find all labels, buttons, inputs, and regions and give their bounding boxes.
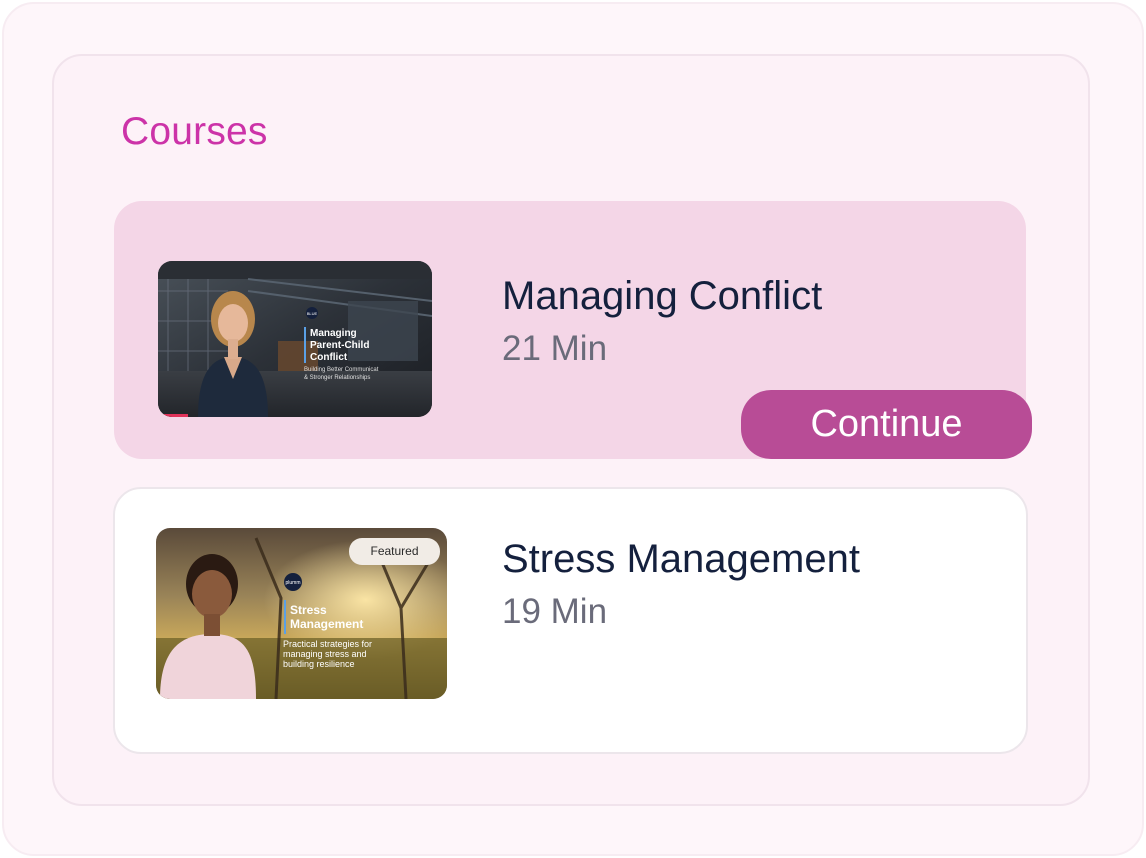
- featured-badge: Featured: [370, 544, 418, 558]
- course-duration: 21 Min: [502, 329, 608, 368]
- course-title: Stress Management: [502, 537, 860, 581]
- thumbnail-heading-line2: Management: [290, 617, 363, 631]
- thumbnail-subtext-line1: Practical strategies for: [283, 639, 372, 649]
- thumbnail-logo: plumm: [285, 580, 300, 586]
- course-duration: 19 Min: [502, 592, 608, 631]
- thumbnail-subtext-line3: building resilience: [283, 659, 355, 669]
- thumbnail-logo: BLUE: [307, 311, 318, 316]
- course-title: Managing Conflict: [502, 274, 823, 318]
- thumbnail-heading-line1: Stress: [290, 603, 327, 617]
- thumbnail-heading-line2: Parent-Child: [310, 340, 369, 351]
- thumbnail-heading-line1: Managing: [310, 328, 357, 339]
- continue-button[interactable]: Continue: [741, 390, 1032, 459]
- thumbnail-subtext-line2: & Stronger Relationships: [304, 375, 370, 381]
- course-thumbnail-stress-management[interactable]: Featured plumm Stress Management Practic…: [156, 528, 447, 699]
- thumbnail-subtext-line1: Building Better Communicat: [304, 367, 379, 373]
- section-title: Courses: [121, 110, 268, 153]
- thumbnail-subtext-line2: managing stress and: [283, 649, 367, 659]
- thumbnail-heading-line3: Conflict: [310, 352, 348, 363]
- course-thumbnail-managing-conflict[interactable]: BLUE Managing Parent-Child Conflict Buil…: [158, 261, 432, 417]
